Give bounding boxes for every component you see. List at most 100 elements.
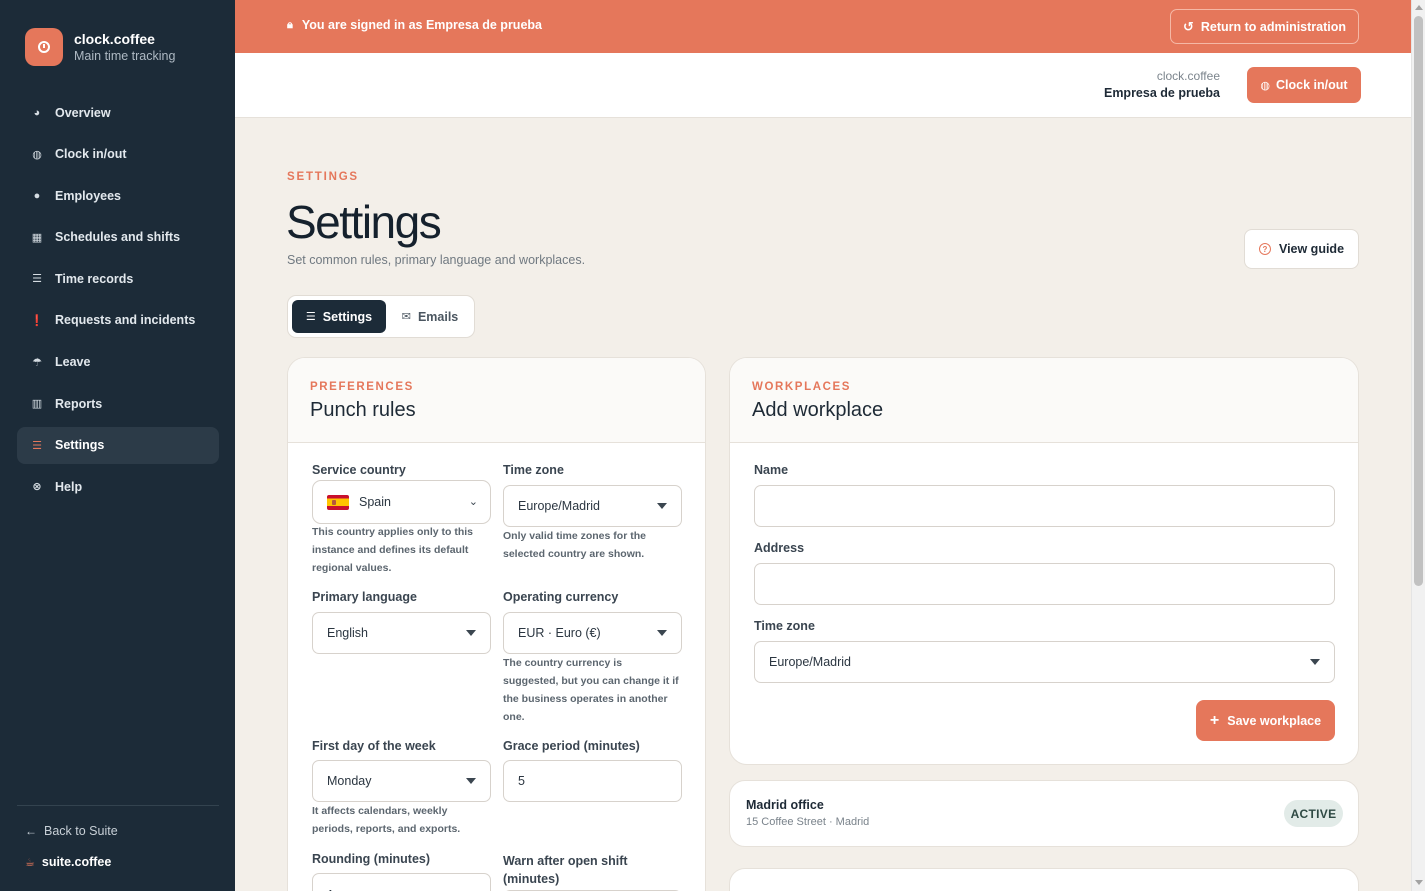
operating-currency-select[interactable]: EUR · Euro (€) — [503, 612, 682, 654]
umbrella-icon: ☂ — [32, 356, 42, 369]
sidebar-item-requests[interactable]: ❗ Requests and incidents — [17, 302, 219, 339]
return-to-administration-button[interactable]: ↺ Return to administration — [1170, 9, 1359, 44]
calendar-icon: ▦ — [31, 231, 43, 244]
sidebar-item-label: Reports — [55, 396, 103, 411]
return-label: Return to administration — [1200, 19, 1347, 34]
time-zone-select[interactable]: Europe/Madrid — [503, 485, 682, 527]
workplace-name-input[interactable] — [754, 485, 1335, 527]
sidebar-item-employees[interactable]: ● Employees — [17, 177, 219, 214]
scroll-down-icon[interactable] — [1415, 880, 1423, 885]
preferences-card: PREFERENCES Punch rules Service country … — [287, 357, 706, 891]
scroll-up-icon[interactable] — [1415, 5, 1423, 10]
label-line: (minutes) — [503, 872, 560, 886]
user-lock-icon: 🔒︎ — [287, 18, 293, 31]
preferences-eyebrow: PREFERENCES — [310, 381, 414, 393]
fingerprint-icon: ◍ — [32, 148, 42, 161]
time-zone-help: Only valid time zones for the selected c… — [503, 527, 683, 563]
first-day-select[interactable]: Monday — [312, 760, 491, 802]
list-icon: ☰ — [32, 273, 42, 286]
sliders-icon: ☰ — [32, 439, 42, 452]
save-workplace-label: Save workplace — [1227, 713, 1322, 728]
workplace-address: 15 Coffee Street · Madrid — [746, 816, 870, 828]
sidebar-item-schedules[interactable]: ▦ Schedules and shifts — [17, 219, 219, 256]
view-guide-button[interactable]: ? View guide — [1244, 229, 1359, 269]
tab-settings[interactable]: ☰ Settings — [292, 300, 386, 333]
warn-open-shift-label: Warn after open shift (minutes) — [503, 852, 628, 888]
tab-label: Emails — [417, 309, 459, 324]
rounding-label: Rounding (minutes) — [312, 852, 431, 866]
brand-subtitle: Main time tracking — [74, 48, 176, 63]
sidebar-item-label: Overview — [55, 105, 111, 120]
primary-language-select[interactable]: English — [312, 612, 491, 654]
help-line: It affects calendars, weekly — [312, 805, 448, 817]
plus-icon: + — [1209, 711, 1220, 729]
time-zone-label: Time zone — [503, 463, 564, 477]
sidebar-item-help[interactable]: ⊗ Help — [17, 468, 219, 505]
service-country-select[interactable]: Spain ⌄ — [312, 480, 491, 524]
chevron-down-icon: ⌄ — [468, 496, 478, 508]
workplace-name-label: Name — [754, 463, 789, 477]
suite-label: suite.coffee — [41, 855, 112, 869]
page-title: Settings — [286, 196, 442, 248]
workplace-tz-select[interactable]: Europe/Madrid — [754, 641, 1335, 683]
grace-period-value: 5 — [518, 774, 525, 788]
sidebar-item-label: Settings — [55, 438, 105, 453]
arrow-left-icon: ← — [25, 824, 37, 838]
rounding-input[interactable]: 1 — [312, 873, 491, 891]
page-eyebrow: SETTINGS — [287, 171, 359, 183]
sidebar-item-label: Help — [55, 479, 83, 494]
clock-in-out-button[interactable]: ◍ Clock in/out — [1247, 67, 1361, 103]
workplace-name: Madrid office — [746, 798, 824, 812]
sidebar-item-overview[interactable]: ◕ Overview — [17, 94, 219, 131]
coffee-cup-icon: ☕ — [25, 856, 35, 869]
account-company: Empresa de prueba — [1103, 86, 1220, 100]
preferences-title: Punch rules — [310, 399, 416, 421]
back-to-suite-link[interactable]: ← Back to Suite — [25, 824, 118, 838]
sidebar-item-label: Schedules and shifts — [55, 230, 181, 245]
scroll-thumb[interactable] — [1414, 16, 1423, 586]
first-day-value: Monday — [327, 774, 372, 788]
sidebar-divider — [17, 805, 219, 806]
pie-chart-icon: ◕ — [33, 106, 41, 119]
label-line: Warn after open shift — [503, 854, 628, 868]
sliders-icon: ☰ — [305, 311, 316, 323]
caret-down-icon — [1310, 659, 1320, 665]
alert-icon: ❗ — [30, 314, 44, 327]
grace-period-input[interactable]: 5 — [503, 760, 682, 802]
brand-name: clock.coffee — [74, 30, 155, 47]
tab-label: Settings — [322, 309, 373, 324]
sidebar-item-reports[interactable]: ▥ Reports — [17, 385, 219, 422]
workplace-list-item[interactable]: Madrid office 15 Coffee Street · Madrid … — [729, 780, 1359, 847]
help-circle-icon: ? — [1258, 243, 1271, 255]
primary-language-value: English — [327, 626, 368, 640]
fingerprint-icon: ◍ — [1260, 79, 1271, 92]
sidebar-item-leave[interactable]: ☂ Leave — [17, 344, 219, 381]
sidebar-item-label: Employees — [55, 188, 122, 203]
help-line: the business operates in another — [503, 693, 668, 705]
operating-currency-label: Operating currency — [503, 590, 619, 604]
tab-emails[interactable]: ✉ Emails — [389, 300, 471, 333]
clock-logo-icon — [25, 28, 63, 66]
help-line: Only valid time zones for the — [503, 530, 646, 542]
workplace-address-input[interactable] — [754, 563, 1335, 605]
mail-icon: ✉ — [401, 311, 411, 323]
caret-down-icon — [657, 630, 667, 636]
suite-link[interactable]: ☕ suite.coffee — [25, 855, 111, 869]
users-icon: ● — [33, 189, 41, 202]
brand[interactable]: clock.coffee Main time tracking — [25, 28, 175, 66]
save-workplace-button[interactable]: + Save workplace — [1196, 700, 1335, 741]
help-line: selected country are shown. — [503, 548, 645, 560]
first-day-help: It affects calendars, weekly periods, re… — [312, 802, 492, 838]
caret-down-icon — [657, 503, 667, 509]
clock-button-label: Clock in/out — [1276, 78, 1348, 92]
sidebar-item-time-records[interactable]: ☰ Time records — [17, 260, 219, 297]
primary-language-label: Primary language — [312, 590, 417, 604]
banner-message: 🔒︎ You are signed in as Empresa de prueb… — [287, 18, 542, 32]
workplace-list-item-partial[interactable] — [729, 868, 1359, 891]
page-scrollbar[interactable] — [1411, 0, 1425, 891]
spain-flag-icon — [327, 494, 349, 510]
sidebar-item-clock-in-out[interactable]: ◍ Clock in/out — [17, 136, 219, 173]
sidebar-item-settings[interactable]: ☰ Settings — [17, 426, 219, 464]
sidebar-item-label: Time records — [55, 271, 134, 286]
workplace-tz-value: Europe/Madrid — [769, 655, 851, 669]
